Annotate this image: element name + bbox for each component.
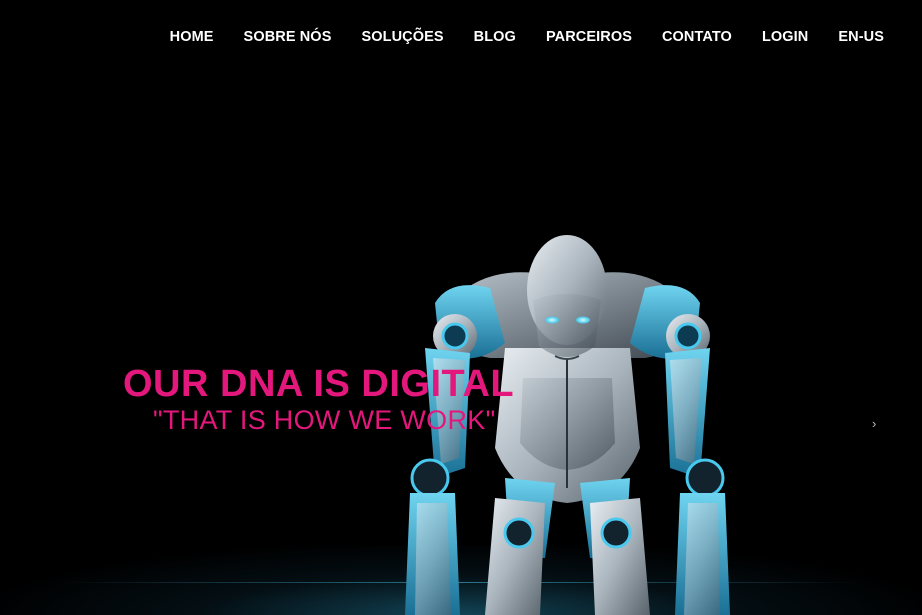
nav-home[interactable]: HOME <box>170 27 214 47</box>
page: HOME SOBRE NÓS SOLUÇÕES BLOG PARCEIROS C… <box>0 0 922 615</box>
hero-headline: OUR DNA IS DIGITAL <box>123 363 515 405</box>
nav-language[interactable]: EN-US <box>838 27 884 47</box>
nav-blog[interactable]: BLOG <box>474 27 516 47</box>
nav-contato[interactable]: CONTATO <box>662 27 732 47</box>
nav-parceiros[interactable]: PARCEIROS <box>546 27 632 47</box>
nav-solucoes[interactable]: SOLUÇÕES <box>361 27 443 47</box>
slider-next-arrow-icon[interactable]: › <box>872 416 876 432</box>
nav-login[interactable]: LOGIN <box>762 27 808 47</box>
nav-sobre-nos[interactable]: SOBRE NÓS <box>244 27 332 47</box>
main-nav: HOME SOBRE NÓS SOLUÇÕES BLOG PARCEIROS C… <box>170 27 884 47</box>
hero-subline: "THAT IS HOW WE WORK" <box>153 405 496 435</box>
